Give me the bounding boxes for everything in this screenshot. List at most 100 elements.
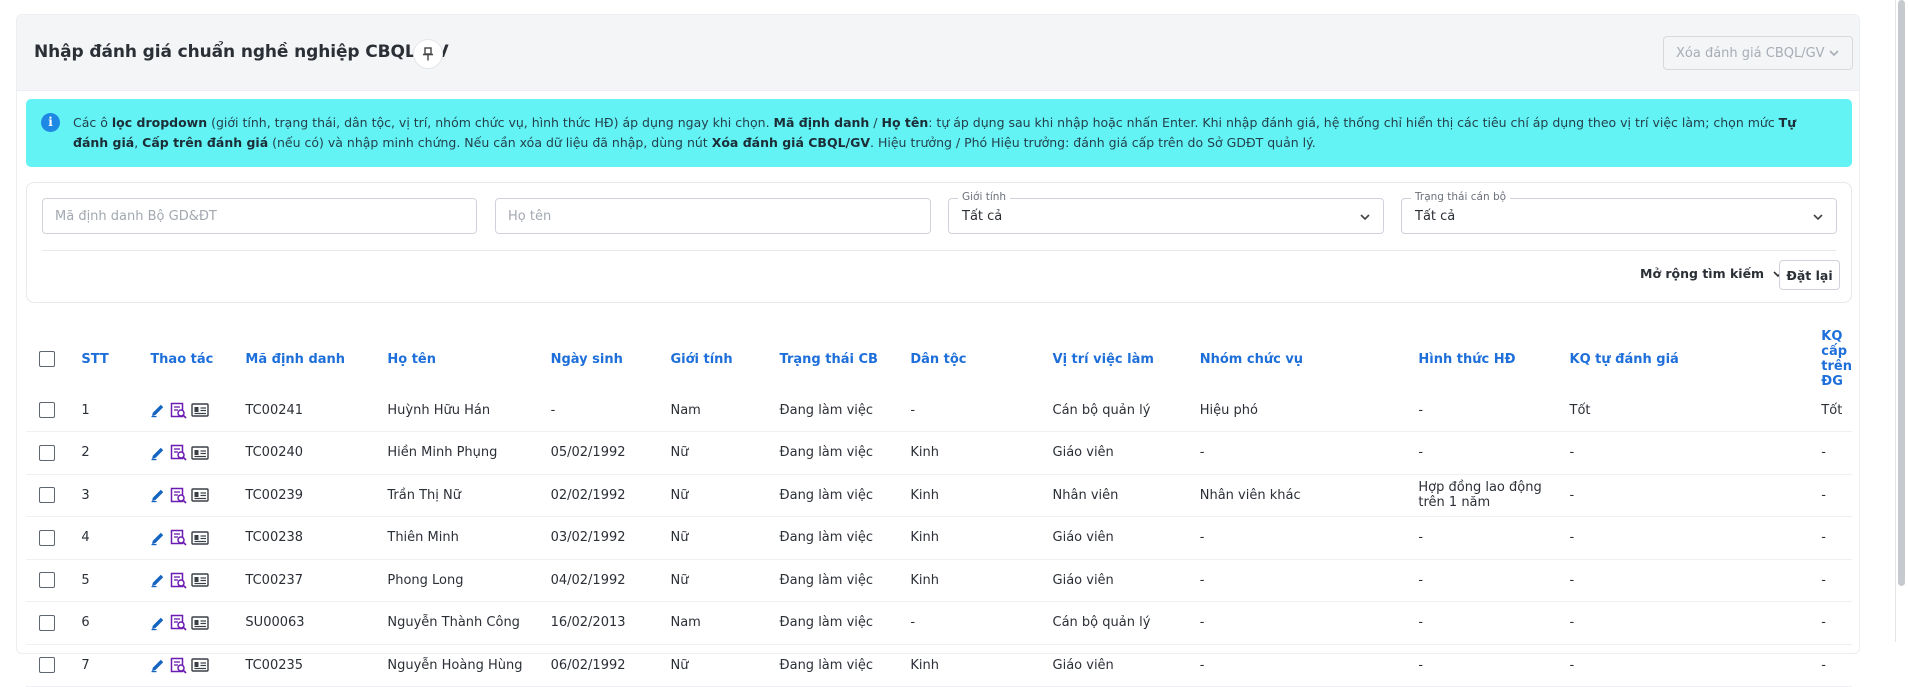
review-icon[interactable] bbox=[170, 572, 187, 589]
column-header[interactable]: KQ cấp trên ĐG bbox=[1821, 329, 1852, 389]
table-cell: Đang làm việc bbox=[779, 474, 911, 517]
edit-icon[interactable] bbox=[150, 445, 166, 461]
table-cell: Nhân viên khác bbox=[1199, 474, 1419, 517]
info-text: : tự áp dụng sau khi nhập hoặc nhấn Ente… bbox=[928, 115, 1779, 130]
profile-card-icon[interactable] bbox=[191, 531, 210, 545]
info-text: . Hiệu trưởng / Phó Hiệu trưởng: đánh gi… bbox=[870, 135, 1316, 150]
edit-icon[interactable] bbox=[150, 402, 166, 418]
review-icon[interactable] bbox=[170, 402, 187, 419]
table-row[interactable]: 2 TC00240 Hiền Minh Phụng 05/02/1992 Nữ Đang … bbox=[26, 431, 1852, 475]
table-row[interactable]: 6 SU00063 Nguyễn Thành Công 16/02/2013 Nam Đa… bbox=[26, 601, 1852, 645]
chevron-down-icon bbox=[1360, 214, 1370, 221]
edit-icon[interactable] bbox=[150, 487, 166, 503]
review-icon[interactable] bbox=[170, 529, 187, 546]
expand-search-toggle[interactable]: Mở rộng tìm kiếm bbox=[1640, 266, 1784, 281]
row-select-cell bbox=[26, 474, 82, 517]
status-select[interactable]: Trạng thái cán bộ Tất cả bbox=[1401, 191, 1837, 234]
table-cell: Tốt bbox=[1821, 389, 1852, 432]
table-cell: - bbox=[1569, 474, 1822, 517]
table-cell: Đang làm việc bbox=[779, 389, 911, 432]
page-header: Nhập đánh giá chuẩn nghề nghiệp CBQL/GV … bbox=[17, 15, 1859, 91]
table-cell: - bbox=[1569, 516, 1822, 560]
name-filter-field[interactable] bbox=[495, 198, 931, 234]
table-row[interactable]: 1 TC00241 Huỳnh Hữu Hán - Nam Đang làm việc - C… bbox=[26, 389, 1852, 432]
profile-card-icon[interactable] bbox=[191, 403, 210, 417]
table-cell: - bbox=[1199, 601, 1419, 645]
row-checkbox[interactable] bbox=[39, 572, 55, 589]
column-header[interactable]: KQ tự đánh giá bbox=[1570, 329, 1822, 389]
code-filter-input[interactable] bbox=[43, 199, 476, 233]
table-cell: TC00241 bbox=[245, 389, 388, 432]
table-cell: - bbox=[1569, 601, 1822, 645]
name-filter-input[interactable] bbox=[496, 199, 930, 233]
review-icon[interactable] bbox=[170, 487, 187, 504]
filter-panel: Giới tính Tất cả Trạng thái cán bộ Tất c… bbox=[26, 182, 1852, 303]
row-select-cell bbox=[26, 601, 82, 645]
profile-card-icon[interactable] bbox=[191, 446, 210, 460]
table-cell: - bbox=[1199, 431, 1419, 475]
table-cell: Nữ bbox=[670, 559, 780, 602]
column-header[interactable]: Hình thức HĐ bbox=[1418, 329, 1569, 389]
table-cell: Giáo viên bbox=[1052, 644, 1200, 687]
table-cell: Hiệu phó bbox=[1199, 389, 1419, 432]
profile-card-icon[interactable] bbox=[191, 658, 210, 672]
profile-card-icon[interactable] bbox=[191, 488, 210, 502]
edit-icon[interactable] bbox=[150, 657, 166, 673]
table-cell: 16/02/2013 bbox=[550, 601, 671, 645]
reset-button[interactable]: Đặt lại bbox=[1779, 260, 1840, 290]
column-header[interactable]: Ngày sinh bbox=[551, 329, 671, 389]
scrollbar-thumb[interactable] bbox=[1898, 0, 1905, 586]
table-cell: - bbox=[550, 389, 671, 432]
edit-icon[interactable] bbox=[150, 572, 166, 588]
page-title: Nhập đánh giá chuẩn nghề nghiệp CBQL/GV bbox=[34, 42, 449, 62]
profile-card-icon[interactable] bbox=[191, 573, 210, 587]
column-header[interactable]: Vị trí việc làm bbox=[1053, 329, 1200, 389]
row-checkbox[interactable] bbox=[39, 657, 55, 674]
column-header[interactable]: Họ tên bbox=[387, 329, 550, 389]
table-row[interactable]: 4 TC00238 Thiên Minh 03/02/1992 Nữ Đang làm v… bbox=[26, 516, 1852, 560]
row-index: 1 bbox=[81, 389, 151, 432]
table-cell: Tốt bbox=[1569, 389, 1822, 432]
edit-icon[interactable] bbox=[150, 530, 166, 546]
review-icon[interactable] bbox=[170, 657, 187, 674]
table-cell: 05/02/1992 bbox=[550, 431, 671, 475]
column-header[interactable]: Dân tộc bbox=[910, 329, 1052, 389]
gender-select[interactable]: Giới tính Tất cả bbox=[948, 191, 1384, 234]
column-header[interactable]: Mã định danh bbox=[245, 329, 387, 389]
row-checkbox[interactable] bbox=[39, 529, 55, 546]
table-row[interactable]: 7 TC00235 Nguyễn Hoàng Hùng 06/02/1992 Nữ Đan… bbox=[26, 644, 1852, 687]
chevron-down-icon bbox=[1813, 214, 1823, 221]
vertical-scrollbar[interactable] bbox=[1892, 0, 1908, 642]
column-header[interactable]: Thao tác bbox=[150, 329, 245, 389]
edit-icon[interactable] bbox=[150, 615, 166, 631]
table-row[interactable]: 5 TC00237 Phong Long 04/02/1992 Nữ Đang làm v… bbox=[26, 559, 1852, 602]
profile-card-icon[interactable] bbox=[191, 616, 210, 630]
select-all-checkbox[interactable] bbox=[39, 351, 55, 367]
review-icon[interactable] bbox=[170, 614, 187, 631]
review-icon[interactable] bbox=[170, 444, 187, 461]
table-cell: - bbox=[1569, 644, 1822, 687]
table-row[interactable]: 3 TC00239 Trần Thị Nữ 02/02/1992 Nữ Đang làm … bbox=[26, 474, 1852, 517]
column-header[interactable]: Giới tính bbox=[670, 329, 779, 389]
column-header[interactable]: STT bbox=[81, 329, 150, 389]
info-bold: Xóa đánh giá CBQL/GV bbox=[711, 135, 871, 150]
row-checkbox[interactable] bbox=[39, 614, 55, 631]
table-cell: SU00063 bbox=[245, 601, 388, 645]
row-checkbox[interactable] bbox=[39, 444, 55, 461]
table-cell: - bbox=[1418, 516, 1570, 560]
table-cell: TC00238 bbox=[245, 516, 388, 560]
delete-evaluation-button[interactable]: Xóa đánh giá CBQL/GV bbox=[1663, 36, 1853, 70]
table-cell: Đang làm việc bbox=[779, 559, 911, 602]
row-checkbox[interactable] bbox=[39, 402, 55, 418]
row-checkbox[interactable] bbox=[39, 487, 55, 504]
info-banner: i Các ô lọc dropdown (giới tính, trạng t… bbox=[26, 99, 1852, 167]
column-header[interactable]: Nhóm chức vụ bbox=[1200, 329, 1419, 389]
column-header[interactable]: Trạng thái CB bbox=[780, 329, 911, 389]
code-filter-field[interactable] bbox=[42, 198, 477, 234]
table-cell: - bbox=[1821, 516, 1852, 560]
main-card: Nhập đánh giá chuẩn nghề nghiệp CBQL/GV … bbox=[16, 14, 1860, 687]
table-cell: TC00239 bbox=[245, 474, 388, 517]
table-cell: Kinh bbox=[910, 644, 1053, 687]
table-cell: - bbox=[1821, 474, 1852, 517]
pin-button[interactable] bbox=[413, 39, 443, 69]
